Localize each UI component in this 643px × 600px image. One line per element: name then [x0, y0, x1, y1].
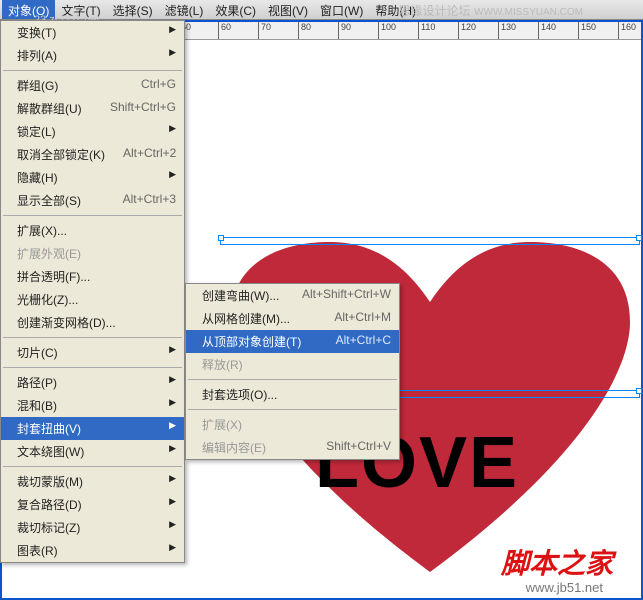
submenu-make-mesh[interactable]: 从网格创建(M)...Alt+Ctrl+M	[186, 307, 399, 330]
menu-sep	[3, 70, 182, 71]
menu-sep	[3, 367, 182, 368]
ruler-tick: 150	[578, 22, 618, 39]
ruler-tick: 110	[418, 22, 458, 39]
menu-rasterize[interactable]: 光栅化(Z)...	[1, 288, 184, 311]
ruler-tick: 140	[538, 22, 578, 39]
ruler-tick: 160	[618, 22, 641, 39]
menu-effect[interactable]: 效果(C)	[209, 0, 262, 19]
selection-box-top[interactable]	[220, 237, 640, 245]
ruler-tick: 120	[458, 22, 498, 39]
menu-sep	[188, 379, 397, 380]
menu-clip-mask[interactable]: 裁切蒙版(M)	[1, 470, 184, 493]
submenu-make-warp[interactable]: 创建弯曲(W)...Alt+Shift+Ctrl+W	[186, 284, 399, 307]
watermark-forum: 思缘设计论坛 WWW.MISSYUAN.COM	[398, 2, 583, 19]
menu-arrange[interactable]: 排列(A)	[1, 44, 184, 67]
menu-crop-marks[interactable]: 裁切标记(Z)	[1, 516, 184, 539]
menu-expand[interactable]: 扩展(X)...	[1, 219, 184, 242]
menu-compound-path[interactable]: 复合路径(D)	[1, 493, 184, 516]
ruler-tick: 100	[378, 22, 418, 39]
watermark-site: 脚本之家	[501, 542, 613, 582]
menu-view[interactable]: 视图(V)	[262, 0, 314, 19]
ruler-tick: 130	[498, 22, 538, 39]
ruler-tick: 80	[298, 22, 338, 39]
menu-graph[interactable]: 图表(R)	[1, 539, 184, 562]
menu-lock[interactable]: 锁定(L)	[1, 120, 184, 143]
menu-sep	[188, 409, 397, 410]
horizontal-ruler: 50 60 70 80 90 100 110 120 130 140 150 1…	[178, 22, 641, 40]
menu-expand-appearance: 扩展外观(E)	[1, 242, 184, 265]
ruler-tick: 70	[258, 22, 298, 39]
menu-unlock-all[interactable]: 取消全部锁定(K)Alt+Ctrl+2	[1, 143, 184, 166]
ruler-tick: 60	[218, 22, 258, 39]
menu-gradient-mesh[interactable]: 创建渐变网格(D)...	[1, 311, 184, 334]
submenu-expand: 扩展(X)	[186, 413, 399, 436]
menu-transform[interactable]: 变换(T)	[1, 21, 184, 44]
menu-ungroup[interactable]: 解散群组(U)Shift+Ctrl+G	[1, 97, 184, 120]
submenu-make-top-object[interactable]: 从顶部对象创建(T)Alt+Ctrl+C	[186, 330, 399, 353]
menu-window[interactable]: 窗口(W)	[314, 0, 369, 19]
menu-filter[interactable]: 滤镜(L)	[159, 0, 210, 19]
menu-flatten[interactable]: 拼合透明(F)...	[1, 265, 184, 288]
menu-text-wrap[interactable]: 文本绕图(W)	[1, 440, 184, 463]
menu-sep	[3, 466, 182, 467]
menu-envelope-distort[interactable]: 封套扭曲(V)	[1, 417, 184, 440]
ruler-tick: 90	[338, 22, 378, 39]
envelope-submenu: 创建弯曲(W)...Alt+Shift+Ctrl+W 从网格创建(M)...Al…	[185, 283, 400, 460]
menu-slice[interactable]: 切片(C)	[1, 341, 184, 364]
menu-show-all[interactable]: 显示全部(S)Alt+Ctrl+3	[1, 189, 184, 212]
menu-select[interactable]: 选择(S)	[107, 0, 159, 19]
menu-sep	[3, 215, 182, 216]
menu-sep	[3, 337, 182, 338]
submenu-envelope-options[interactable]: 封套选项(O)...	[186, 383, 399, 406]
menu-path[interactable]: 路径(P)	[1, 371, 184, 394]
submenu-release: 释放(R)	[186, 353, 399, 376]
menu-hide[interactable]: 隐藏(H)	[1, 166, 184, 189]
watermark-siteurl: www.jb51.net	[526, 580, 603, 595]
submenu-edit-contents: 编辑内容(E)Shift+Ctrl+V	[186, 436, 399, 459]
object-menu: 变换(T) 排列(A) 群组(G)Ctrl+G 解散群组(U)Shift+Ctr…	[0, 20, 185, 563]
menu-blend[interactable]: 混和(B)	[1, 394, 184, 417]
menu-group[interactable]: 群组(G)Ctrl+G	[1, 74, 184, 97]
